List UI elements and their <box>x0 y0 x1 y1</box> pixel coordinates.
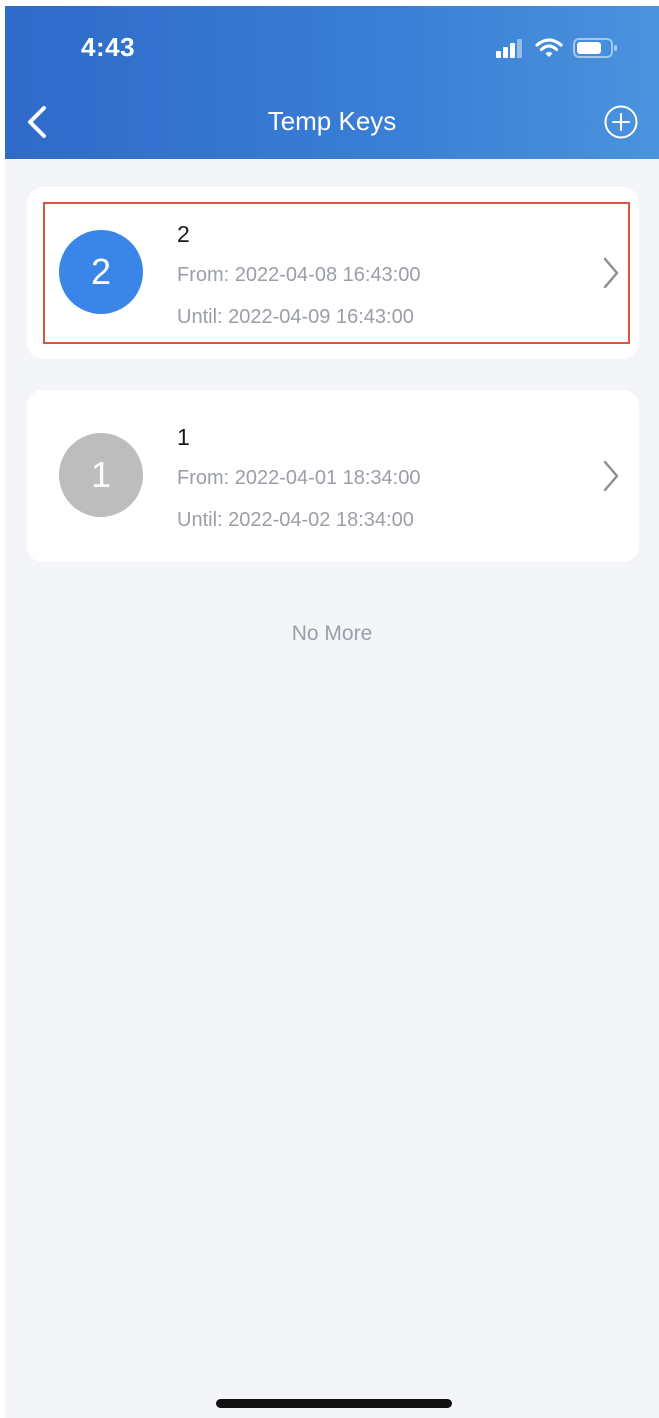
list-end-label: No More <box>291 622 373 645</box>
home-indicator[interactable] <box>216 1399 452 1408</box>
temp-key-card[interactable]: 1 1 From: 2022-04-01 18:34:00 Until: 202… <box>27 390 639 562</box>
key-avatar: 1 <box>59 433 143 517</box>
app-header: 4:43 Temp Keys <box>5 6 659 159</box>
key-avatar: 2 <box>59 230 143 314</box>
battery-icon <box>573 38 617 58</box>
wifi-icon <box>535 38 563 57</box>
page-title: Temp Keys <box>267 106 397 136</box>
temp-key-card[interactable]: 2 2 From: 2022-04-08 16:43:00 Until: 202… <box>27 187 639 359</box>
status-time: 4:43 <box>81 32 136 62</box>
key-name: 1 <box>177 424 190 450</box>
add-key-button[interactable] <box>603 104 639 140</box>
key-name: 2 <box>177 221 190 247</box>
key-from-time: From: 2022-04-01 18:34:00 <box>177 467 421 489</box>
cellular-signal-icon <box>496 39 522 58</box>
status-icons <box>495 36 619 60</box>
key-until-time: Until: 2022-04-02 18:34:00 <box>177 509 414 531</box>
chevron-right-icon <box>603 257 619 289</box>
chevron-right-icon <box>603 460 619 492</box>
temp-keys-screen: 4:43 Temp Keys 2 2 From: 2022-04-08 16:4… <box>5 6 659 1418</box>
key-from-time: From: 2022-04-08 16:43:00 <box>177 264 421 286</box>
key-until-time: Until: 2022-04-09 16:43:00 <box>177 306 414 328</box>
